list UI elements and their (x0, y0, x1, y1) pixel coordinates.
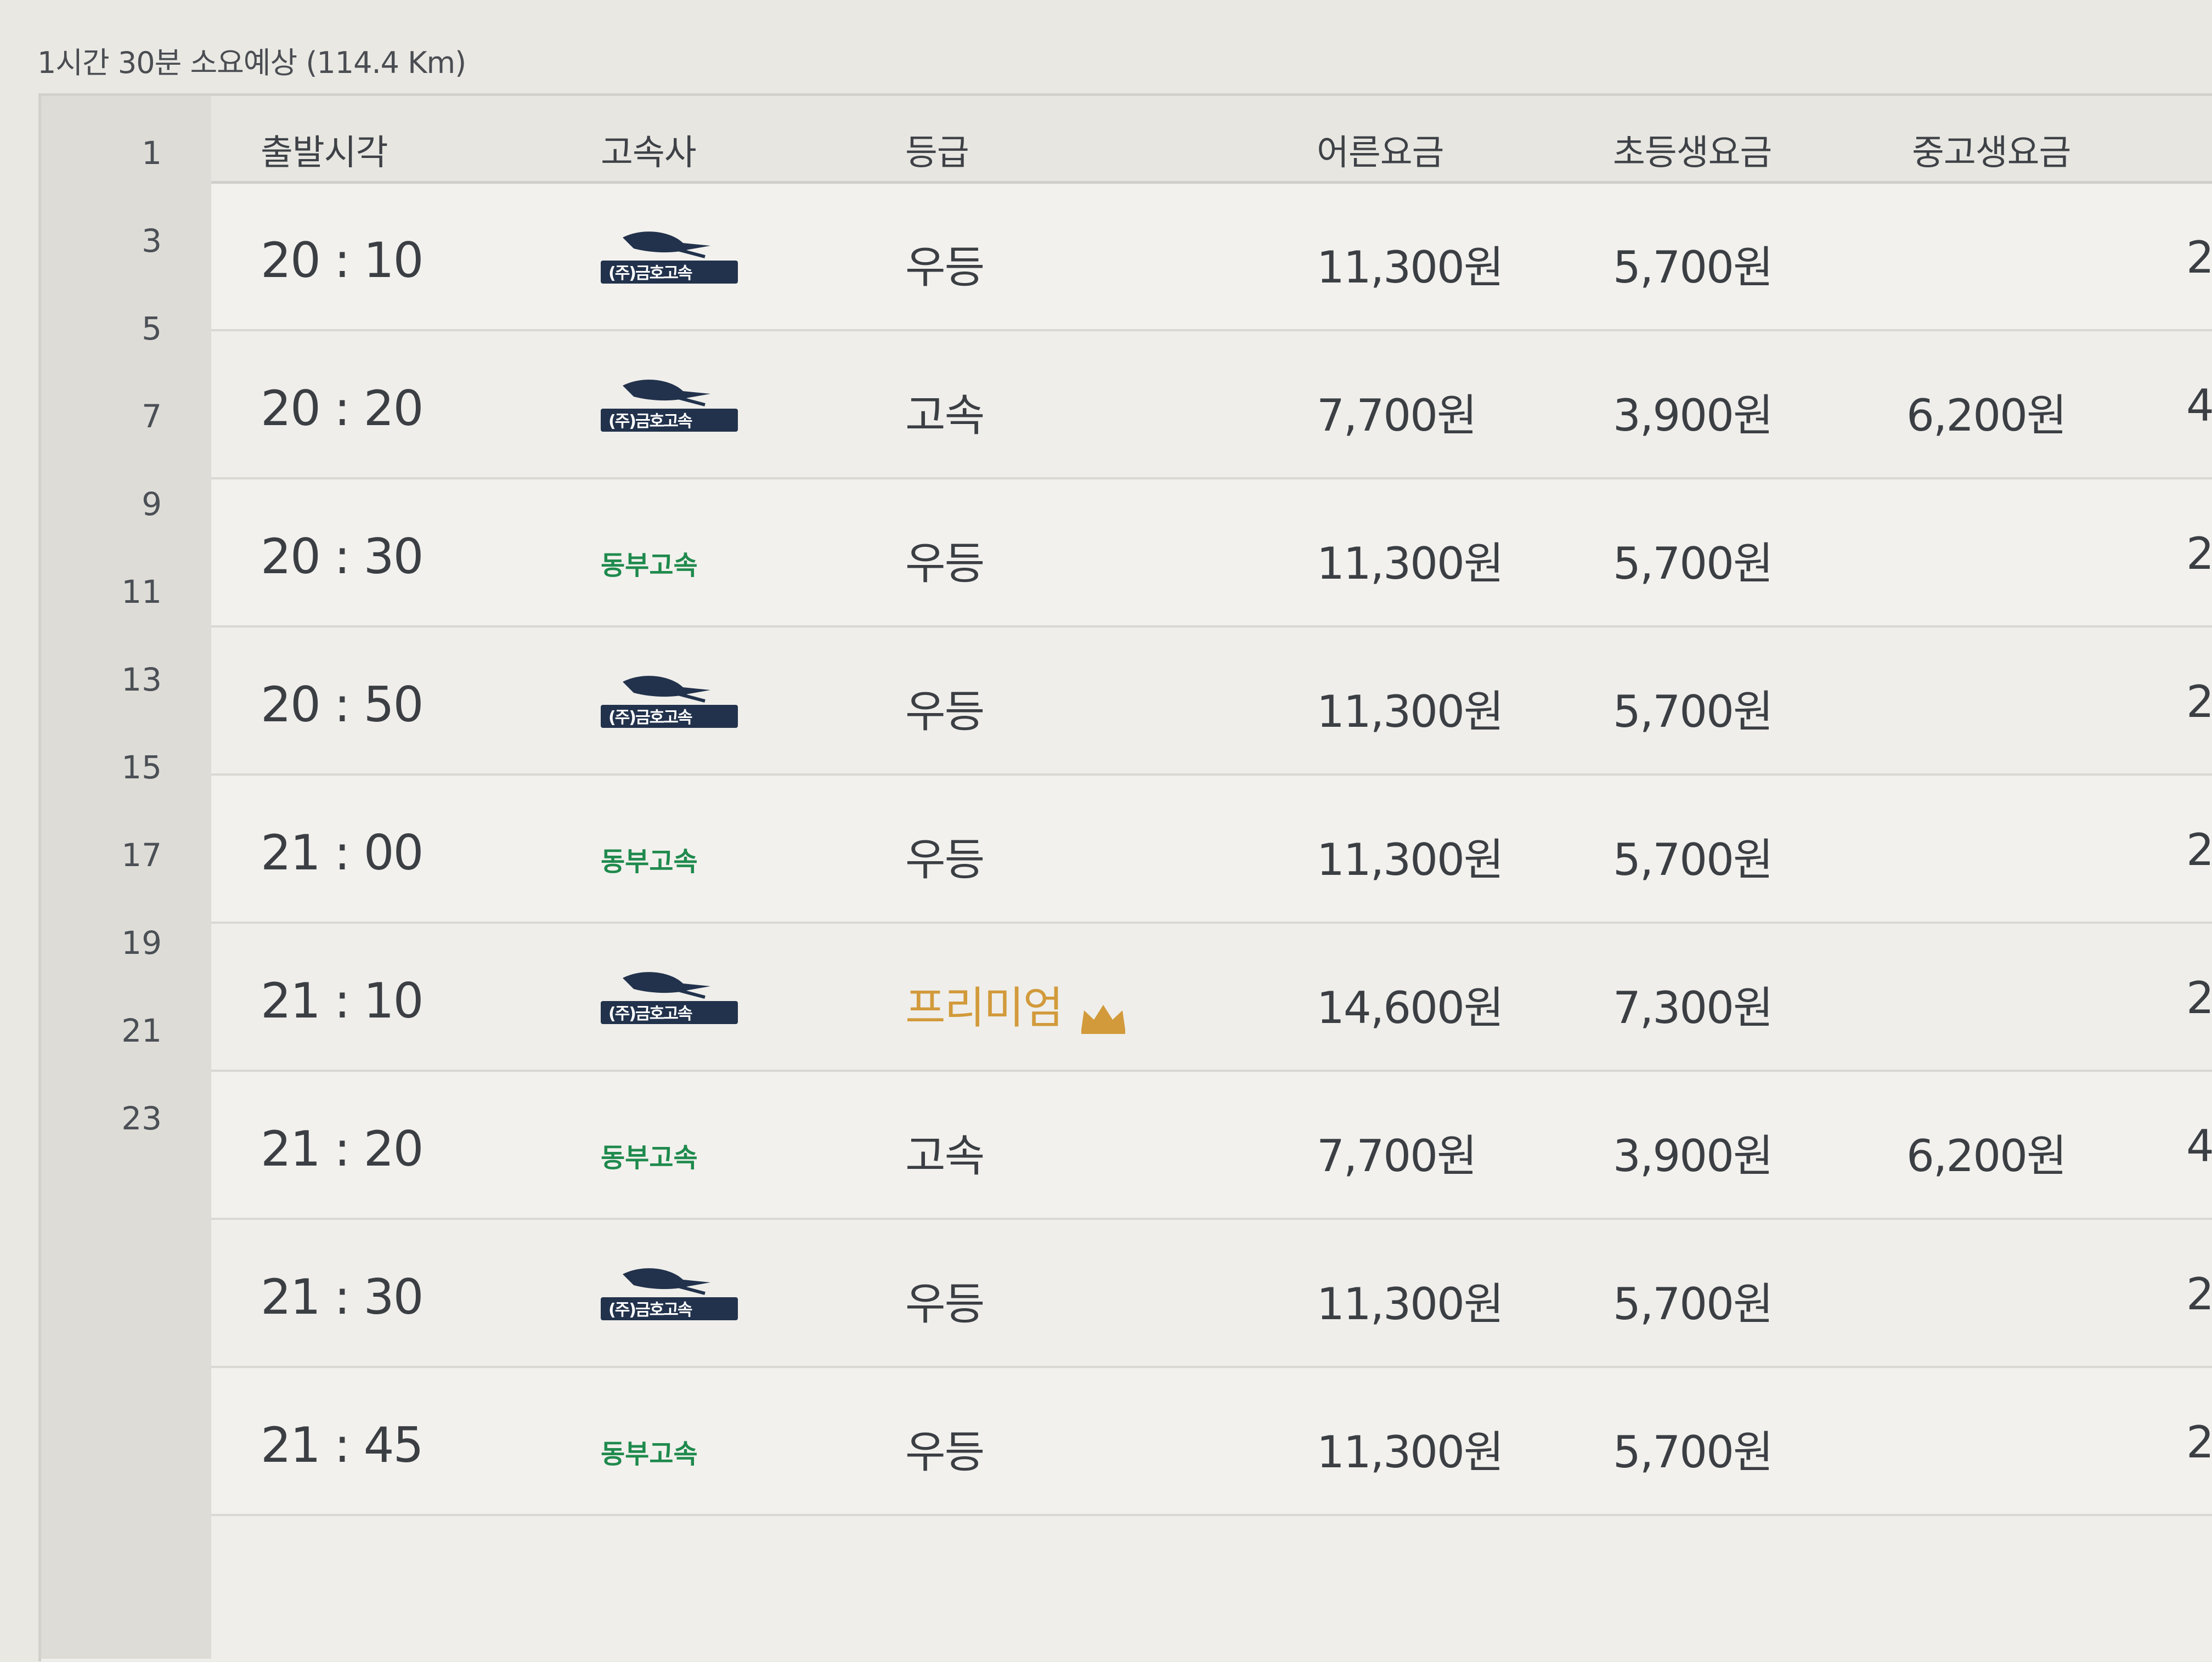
table-row[interactable]: 21 : 00 동부고속 우등 11,300원 5,700원 26 (211, 776, 2212, 924)
table-row[interactable]: 20 : 30 동부고속 우등 11,300원 5,700원 28 (211, 480, 2212, 628)
dongbu-logo: 동부고속 (601, 846, 698, 877)
dongbu-logo: 동부고속 (601, 1439, 698, 1469)
grade: 우등 (905, 686, 985, 737)
grade: 고속 (905, 1130, 985, 1182)
geumho-logo: (주)금호고속 (601, 967, 738, 1030)
table-row[interactable]: 21 : 10 (주)금호고속 프리미엄 14,600원 7,300원 21 (211, 924, 2212, 1072)
remaining-seats: 26 (2186, 824, 2212, 875)
route-summary: 1시간 30분 소요예상 (114.4 Km) (37, 46, 466, 80)
student-fare: 6,200원 (1906, 1130, 2067, 1182)
table-row[interactable]: 21 : 30 (주)금호고속 우등 11,300원 5,700원 27 (211, 1220, 2212, 1368)
child-fare: 3,900원 (1613, 1130, 1774, 1182)
child-fare: 5,700원 (1613, 1279, 1774, 1330)
departure-time: 20 : 30 (261, 528, 424, 585)
adult-fare: 14,600원 (1317, 982, 1504, 1033)
grade-label: 프리미엄 (905, 982, 1063, 1033)
remaining-seats: 43 (2186, 1121, 2212, 1172)
table-header-row: 출발시각 고속사 등급 어른요금 초등생요금 중고생요금 (211, 96, 2212, 184)
svg-text:(주)금호고속: (주)금호고속 (608, 412, 692, 431)
child-fare: 7,300원 (1613, 982, 1774, 1033)
gutter-number: 15 (121, 749, 162, 786)
child-fare: 5,700원 (1613, 1427, 1774, 1478)
child-fare: 5,700원 (1613, 834, 1774, 885)
svg-text:(주)금호고속: (주)금호고속 (608, 1301, 692, 1320)
geumho-logo: (주)금호고속 (601, 227, 738, 290)
grade: 우등 (905, 1279, 985, 1330)
remaining-seats: 26 (2186, 676, 2212, 727)
dongbu-logo: 동부고속 (601, 550, 698, 581)
child-fare: 5,700원 (1613, 242, 1774, 293)
adult-fare: 11,300원 (1317, 1279, 1504, 1330)
crown-icon (1079, 994, 1128, 1034)
table-row[interactable]: 21 : 45 동부고속 우등 11,300원 5,700원 26 (211, 1369, 2212, 1516)
child-fare: 5,700원 (1613, 538, 1774, 589)
gutter-number: 13 (121, 661, 162, 698)
dongbu-logo: 동부고속 (601, 1143, 698, 1173)
gutter-number: 21 (121, 1012, 162, 1049)
grade-premium: 프리미엄 (905, 973, 1128, 1036)
gutter-number: 9 (142, 485, 162, 523)
gutter-number: 19 (121, 924, 162, 962)
table-row[interactable]: 21 : 20 동부고속 고속 7,700원 3,900원 6,200원 43 (211, 1072, 2212, 1220)
adult-fare: 7,700원 (1317, 1130, 1477, 1182)
header-student-fare: 중고생요금 (1912, 133, 2071, 173)
table-row-partial (211, 1517, 2212, 1662)
geumho-logo: (주)금호고속 (601, 671, 738, 734)
grade: 우등 (905, 1427, 985, 1478)
remaining-seats: 43 (2186, 380, 2212, 431)
child-fare: 5,700원 (1613, 686, 1774, 737)
table-row[interactable]: 20 : 20 (주)금호고속 고속 7,700원 3,900원 6,200원 … (211, 332, 2212, 479)
remaining-seats: 25 (2186, 232, 2212, 283)
gutter-number: 17 (121, 836, 162, 874)
bus-schedule-table: 출발시각 고속사 등급 어른요금 초등생요금 중고생요금 20 : 10 (주)… (211, 96, 2212, 1659)
svg-text:(주)금호고속: (주)금호고속 (608, 264, 692, 283)
departure-time: 21 : 30 (261, 1269, 424, 1325)
adult-fare: 11,300원 (1317, 686, 1504, 737)
remaining-seats: 21 (2186, 973, 2212, 1024)
table-row[interactable]: 20 : 50 (주)금호고속 우등 11,300원 5,700원 26 (211, 628, 2212, 776)
gutter-number: 7 (142, 398, 162, 435)
header-adult-fare: 어른요금 (1317, 133, 1444, 173)
gutter-number: 1 (142, 134, 162, 172)
svg-text:(주)금호고속: (주)금호고속 (608, 1004, 692, 1024)
header-departure-time: 출발시각 (261, 133, 388, 173)
departure-time: 20 : 10 (261, 232, 424, 289)
gutter-number: 5 (142, 310, 162, 347)
grade: 고속 (905, 390, 985, 441)
remaining-seats: 28 (2186, 528, 2212, 579)
header-bus-company: 고속사 (601, 133, 697, 173)
gutter-number: 23 (121, 1100, 162, 1137)
departure-time: 21 : 10 (261, 973, 424, 1029)
adult-fare: 11,300원 (1317, 834, 1504, 885)
line-number-gutter: 1 3 5 7 9 11 13 15 17 19 21 23 (41, 96, 211, 1659)
departure-time: 20 : 50 (261, 676, 424, 733)
header-child-fare: 초등생요금 (1613, 133, 1772, 173)
header-grade: 등급 (905, 133, 969, 173)
adult-fare: 11,300원 (1317, 1427, 1504, 1478)
departure-time: 21 : 45 (261, 1417, 424, 1473)
grade: 우등 (905, 538, 985, 589)
grade: 우등 (905, 834, 985, 885)
geumho-logo: (주)금호고속 (601, 1263, 738, 1326)
grade: 우등 (905, 242, 985, 293)
adult-fare: 11,300원 (1317, 242, 1504, 293)
gutter-number: 3 (142, 222, 162, 259)
student-fare: 6,200원 (1906, 390, 2067, 441)
departure-time: 20 : 20 (261, 380, 424, 437)
table-row[interactable]: 20 : 10 (주)금호고속 우등 11,300원 5,700원 25 (211, 184, 2212, 331)
remaining-seats: 26 (2186, 1417, 2212, 1468)
gutter-number: 11 (121, 573, 162, 610)
adult-fare: 7,700원 (1317, 390, 1477, 441)
svg-text:(주)금호고속: (주)금호고속 (608, 708, 692, 727)
child-fare: 3,900원 (1613, 390, 1774, 441)
adult-fare: 11,300원 (1317, 538, 1504, 589)
geumho-logo: (주)금호고속 (601, 375, 738, 438)
remaining-seats: 27 (2186, 1269, 2212, 1320)
departure-time: 21 : 20 (261, 1121, 424, 1177)
departure-time: 21 : 00 (261, 824, 424, 881)
